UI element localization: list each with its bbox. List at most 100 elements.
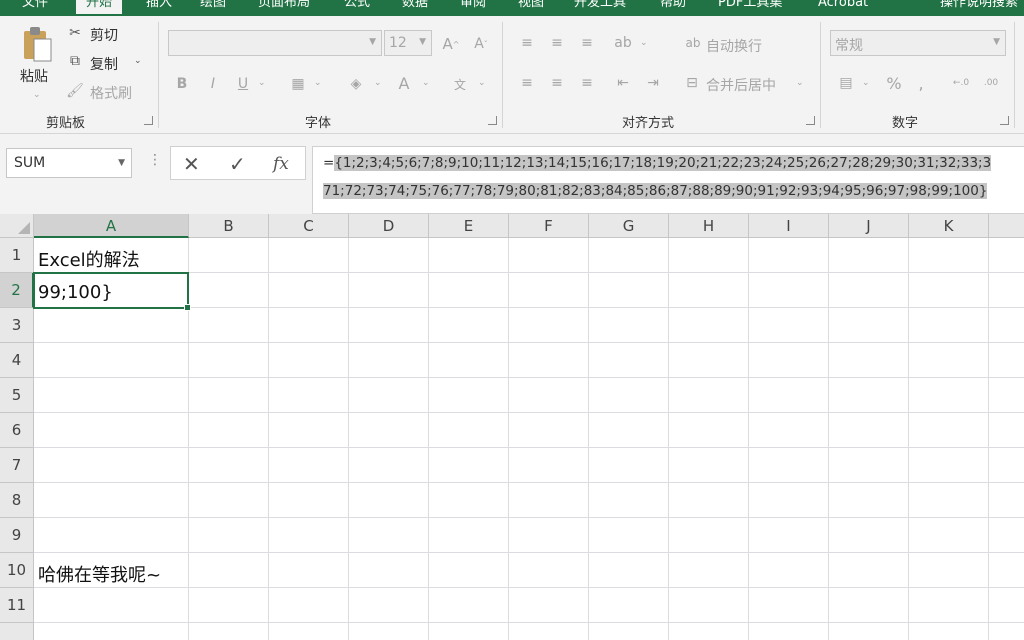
wrap-text-icon[interactable]: ab [684, 34, 702, 52]
paste-button[interactable]: 粘贴 [20, 66, 48, 86]
tab-home[interactable]: 开始 [76, 0, 123, 14]
orientation-caret[interactable]: ⌄ [640, 38, 648, 48]
decrease-indent-icon[interactable]: ⇤ [612, 74, 634, 92]
bold-icon[interactable]: B [172, 74, 192, 94]
cell-a10[interactable]: 哈佛在等我呢~ [38, 561, 161, 587]
row-header-9[interactable]: 9 [0, 518, 34, 553]
fill-color-icon[interactable]: ◈ [346, 74, 366, 94]
merge-caret[interactable]: ⌄ [796, 78, 804, 88]
tab-view[interactable]: 视图 [518, 0, 544, 14]
merge-center-button[interactable]: 合并后居中 [706, 75, 776, 95]
row-header-6[interactable]: 6 [0, 413, 34, 448]
column-header-d[interactable]: D [349, 214, 429, 238]
increase-font-size-icon[interactable]: A ^ [440, 34, 462, 54]
top-align-icon[interactable]: ≡ [516, 34, 538, 52]
font-size-combobox[interactable]: 12 ▼ [384, 30, 432, 56]
worksheet-grid[interactable]: A B C D E F G H I J K 1 2 3 4 5 6 7 8 9 … [0, 214, 1024, 640]
number-format-combobox[interactable]: 常规 ▼ [830, 30, 1006, 56]
column-header-c[interactable]: C [269, 214, 349, 238]
alignment-launcher-icon[interactable] [806, 116, 815, 125]
accounting-format-icon[interactable]: ▤ [834, 72, 858, 94]
accounting-caret[interactable]: ⌄ [862, 78, 870, 88]
align-left-icon[interactable]: ≡ [516, 74, 538, 92]
increase-indent-icon[interactable]: ⇥ [642, 74, 664, 92]
merge-center-icon[interactable]: ⊟ [682, 74, 702, 92]
row-header-10[interactable]: 10 [0, 553, 34, 588]
align-center-icon[interactable]: ≡ [546, 74, 568, 92]
check-icon[interactable]: ✓ [229, 152, 246, 176]
font-color-caret[interactable]: ⌄ [422, 78, 430, 88]
fx-icon[interactable]: fx [273, 154, 289, 174]
scissors-icon[interactable]: ✂ [66, 24, 84, 42]
row-header-12[interactable] [0, 623, 34, 640]
phonetic-caret[interactable]: ⌄ [478, 78, 486, 88]
underline-caret[interactable]: ⌄ [258, 78, 266, 88]
middle-align-icon[interactable]: ≡ [546, 34, 568, 52]
column-header-j[interactable]: J [829, 214, 909, 238]
tab-page-layout[interactable]: 页面布局 [258, 0, 310, 14]
row-header-1[interactable]: 1 [0, 238, 34, 273]
wrap-text-button[interactable]: 自动换行 [706, 36, 762, 56]
comma-style-icon[interactable]: , [914, 72, 928, 94]
row-header-11[interactable]: 11 [0, 588, 34, 623]
cancel-icon[interactable]: ✕ [183, 152, 200, 176]
italic-icon[interactable]: I [203, 74, 223, 94]
font-color-icon[interactable]: A [394, 72, 414, 94]
tell-me-search[interactable]: 操作说明搜索 [940, 0, 1018, 14]
formula-input[interactable]: ={1;2;3;4;5;6;7;8;9;10;11;12;13;14;15;16… [312, 146, 1024, 214]
column-header-b[interactable]: B [189, 214, 269, 238]
tab-acrobat[interactable]: Acrobat [818, 0, 868, 14]
format-painter-icon[interactable]: 🖌 [66, 82, 84, 100]
column-header-i[interactable]: I [749, 214, 829, 238]
select-all-button[interactable] [0, 214, 34, 238]
decrease-decimal-icon[interactable]: .00 [980, 72, 1002, 94]
tab-insert[interactable]: 插入 [146, 0, 172, 14]
align-right-icon[interactable]: ≡ [576, 74, 598, 92]
column-header-a[interactable]: A [34, 214, 189, 238]
tab-draw[interactable]: 绘图 [200, 0, 226, 14]
decrease-font-size-icon[interactable]: Aˇ [470, 34, 492, 54]
tab-developer[interactable]: 开发工具 [574, 0, 626, 14]
borders-icon[interactable]: ▦ [288, 74, 308, 94]
tab-pdf-tools[interactable]: PDF工具集 [718, 0, 782, 14]
row-header-4[interactable]: 4 [0, 343, 34, 378]
column-header-k[interactable]: K [909, 214, 989, 238]
cut-button[interactable]: 剪切 [90, 25, 118, 45]
clipboard-launcher-icon[interactable] [144, 116, 153, 125]
format-painter-button[interactable]: 格式刷 [90, 83, 132, 103]
tab-data[interactable]: 数据 [402, 0, 428, 14]
underline-icon[interactable]: U [233, 74, 253, 94]
column-header-g[interactable]: G [589, 214, 669, 238]
cell-a1[interactable]: Excel的解法 [38, 246, 140, 272]
row-header-3[interactable]: 3 [0, 308, 34, 343]
name-box[interactable]: SUM ▼ [6, 148, 132, 178]
copy-dropdown-caret[interactable]: ⌄ [134, 56, 142, 66]
fill-color-caret[interactable]: ⌄ [374, 78, 382, 88]
copy-icon[interactable]: ⧉ [66, 52, 84, 70]
paste-icon[interactable] [20, 24, 54, 64]
tab-review[interactable]: 审阅 [460, 0, 486, 14]
increase-decimal-icon[interactable]: ←.0 [950, 72, 972, 94]
phonetic-guide-icon[interactable]: 文 [448, 72, 472, 96]
tab-help[interactable]: 帮助 [660, 0, 686, 14]
font-launcher-icon[interactable] [488, 116, 497, 125]
orientation-icon[interactable]: ab [612, 34, 634, 52]
row-header-5[interactable]: 5 [0, 378, 34, 413]
tab-formulas[interactable]: 公式 [344, 0, 370, 14]
copy-button[interactable]: 复制 [90, 54, 118, 74]
tab-file[interactable]: 文件 [22, 0, 48, 14]
borders-caret[interactable]: ⌄ [314, 78, 322, 88]
row-header-8[interactable]: 8 [0, 483, 34, 518]
font-name-combobox[interactable]: ▼ [168, 30, 382, 56]
column-header-h[interactable]: H [669, 214, 749, 238]
formula-bar-resize-handle[interactable]: ⋮ [148, 152, 162, 168]
percent-icon[interactable]: % [884, 72, 904, 94]
column-header-l[interactable] [989, 214, 1024, 238]
row-header-7[interactable]: 7 [0, 448, 34, 483]
row-header-2[interactable]: 2 [0, 273, 34, 308]
column-header-f[interactable]: F [509, 214, 589, 238]
bottom-align-icon[interactable]: ≡ [576, 34, 598, 52]
paste-dropdown-caret[interactable]: ⌄ [33, 90, 41, 100]
column-header-e[interactable]: E [429, 214, 509, 238]
number-launcher-icon[interactable] [1000, 116, 1009, 125]
